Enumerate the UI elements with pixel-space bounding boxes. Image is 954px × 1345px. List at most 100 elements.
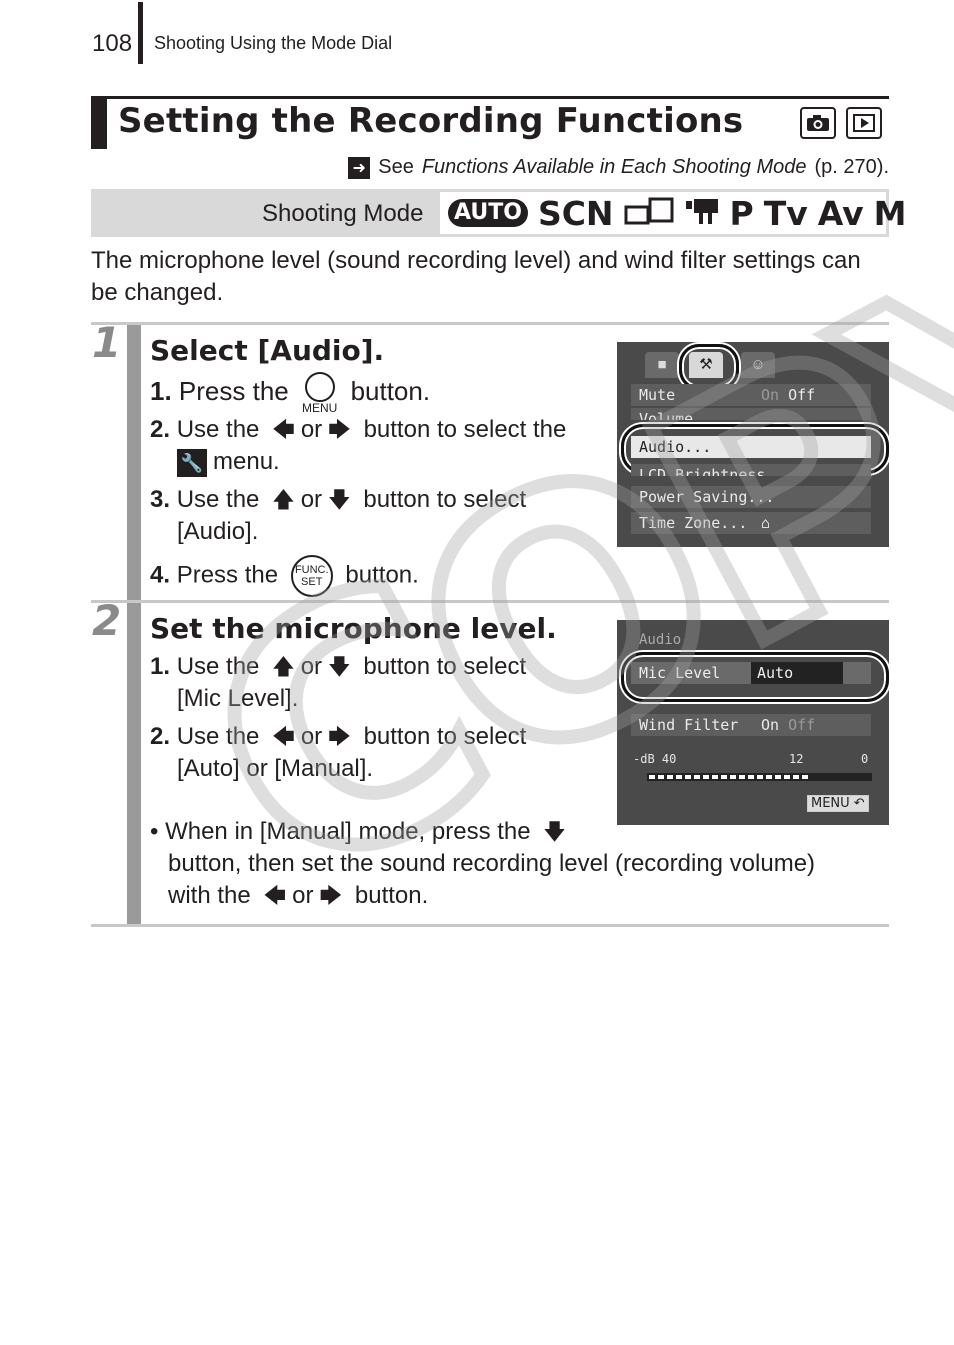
step-1-item-2-cont: 🔧 menu. [177, 446, 280, 478]
note-text: or [292, 882, 314, 909]
note-text: When in [Manual] mode, press the [165, 818, 531, 845]
see-suffix: (p. 270). [814, 156, 889, 178]
step-1-title: Select [Audio]. [150, 334, 385, 367]
down-arrow-icon: 🡇 [328, 487, 351, 512]
menu-row-lcd-brightness: LCD Brightness [631, 464, 871, 476]
item-text: Use the [176, 486, 260, 513]
menu-row-power-saving: Power Saving... [631, 486, 871, 508]
down-arrow-icon: 🡇 [328, 654, 351, 679]
title-rule [91, 96, 889, 99]
right-arrow-icon: 🡆 [328, 417, 351, 442]
func-label: FUNC. [294, 564, 329, 576]
note-line-3: with the 🡄 or 🡆 button. [168, 880, 428, 912]
row-value-off: Off [788, 716, 816, 734]
item-text: menu. [213, 448, 280, 475]
right-arrow-icon: 🡆 [319, 883, 343, 908]
mode-av-icon: Av [817, 193, 864, 233]
step-1-sidebar [127, 325, 141, 600]
down-arrow-icon: 🡇 [543, 819, 566, 844]
see-also: ➜ See Functions Available in Each Shooti… [348, 156, 889, 179]
left-arrow-icon: 🡄 [272, 417, 295, 442]
scale-left-label: -dB 40 [633, 752, 677, 766]
step-2-item-1-cont: [Mic Level]. [177, 685, 299, 712]
menu-button-label: MENU [301, 401, 338, 415]
item-text: or [300, 416, 323, 443]
step-1-rule [91, 322, 889, 325]
mode-scn-icon: SCN [537, 193, 614, 233]
mode-movie-icon [684, 196, 720, 231]
step-2-number: 2 [92, 596, 122, 645]
menu-row-volume: Volume [631, 408, 871, 420]
up-arrow-icon: 🡅 [272, 487, 295, 512]
item-text: Press the [176, 561, 279, 589]
mic-level-highlight [621, 652, 889, 702]
page-title: Setting the Recording Functions [118, 101, 744, 141]
item-number: 4. [150, 561, 171, 589]
step-2-rule [91, 600, 889, 603]
header-divider [138, 2, 143, 64]
menu-row-mute: Mute On Off [631, 384, 871, 406]
menu-return-key: MENU ↶ [807, 795, 869, 812]
section-title: Shooting Using the Mode Dial [154, 33, 393, 53]
title-marker [91, 99, 107, 149]
step-1-item-3-cont: [Audio]. [177, 518, 259, 545]
item-text: button to select the [363, 416, 567, 443]
screen-heading: Audio [639, 632, 682, 648]
item-text: button. [345, 561, 419, 589]
intro-text: The microphone level (sound recording le… [91, 247, 861, 306]
shooting-mode-list: AUTO SCN P Tv Av M [440, 192, 906, 234]
item-text: Use the [176, 653, 260, 680]
left-arrow-icon: 🡄 [272, 724, 295, 749]
camera-screen-setup-menu: ■ ⚒ ☺ Mute On Off Volume Audio... LCD Br… [617, 342, 889, 547]
menu-button-icon: MENU [302, 372, 337, 414]
item-number: 1. [150, 375, 172, 406]
scale-mid-label: 12 [789, 752, 804, 766]
tab-mycamera-icon: ☺ [741, 352, 775, 378]
tab-shooting-icon: ■ [645, 352, 679, 378]
step-2-sidebar [127, 603, 141, 925]
step-2-item-2-cont: [Auto] or [Manual]. [177, 755, 374, 782]
level-meter-fill [649, 775, 811, 779]
step-1-item-1: 1. Press the MENU button. [150, 372, 430, 414]
see-link[interactable]: Functions Available in Each Shooting Mod… [422, 156, 807, 179]
right-arrow-icon: 🡆 [328, 724, 351, 749]
reference-arrow-icon: ➜ [348, 156, 371, 179]
step-1-item-4: 4. Press the FUNC. SET button. [150, 555, 419, 597]
up-arrow-icon: 🡅 [272, 654, 295, 679]
shooting-mode-label: Shooting Mode [262, 200, 424, 227]
step-2-item-2: 2. Use the 🡄 or 🡆 button to select [150, 721, 526, 753]
row-value-off: Off [788, 386, 816, 404]
mode-stitch-icon [624, 197, 674, 230]
step-1-number: 1 [92, 318, 122, 367]
item-number: 2. [150, 416, 171, 443]
item-text: Use the [176, 416, 260, 443]
item-text: button to select [363, 653, 527, 680]
mode-auto-icon: AUTO [448, 199, 528, 227]
row-value-on: On [761, 386, 780, 404]
page-number: 108 [92, 30, 133, 57]
see-prefix: See [378, 156, 414, 178]
item-number: 2. [150, 723, 171, 750]
playback-icon [846, 107, 882, 139]
step-2-item-1: 1. Use the 🡅 or 🡇 button to select [150, 651, 526, 683]
mode-m-icon: M [873, 193, 907, 233]
item-text: or [300, 486, 323, 513]
row-value-on: On [761, 716, 780, 734]
row-label: Mute [639, 386, 676, 404]
item-text: button to select [363, 486, 527, 513]
item-number: 3. [150, 486, 171, 513]
menu-row-time-zone: Time Zone... ⌂ [631, 512, 871, 534]
item-text: Use the [176, 723, 260, 750]
camera-icon [800, 107, 836, 139]
item-text: or [300, 723, 323, 750]
row-label: Time Zone... [639, 514, 748, 532]
step-2-title: Set the microphone level. [150, 612, 557, 645]
set-label: SET [301, 576, 323, 588]
item-text: Press the [178, 375, 289, 406]
step-1-item-2: 2. Use the 🡄 or 🡆 button to select the [150, 414, 566, 446]
home-icon: ⌂ [761, 514, 771, 532]
func-set-button-icon: FUNC. SET [290, 555, 333, 597]
item-text: button. [350, 375, 431, 406]
row-label: Wind Filter [639, 716, 739, 734]
mode-p-icon: P [729, 193, 754, 233]
